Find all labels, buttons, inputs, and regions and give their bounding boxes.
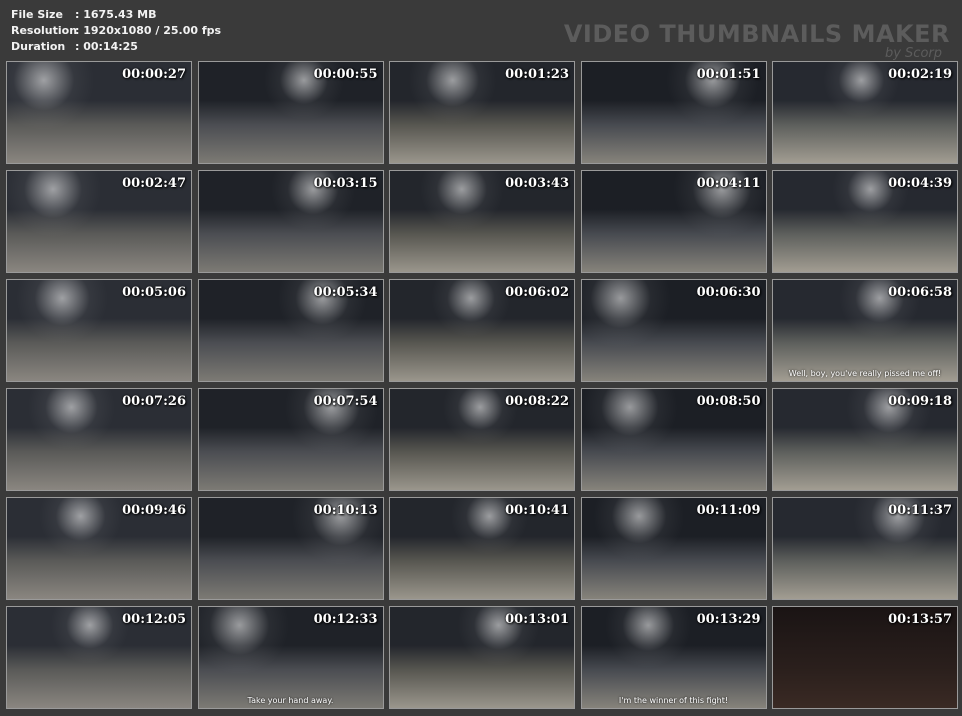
thumbnail-timestamp: 00:06:02 [505,285,569,300]
thumbnail-timestamp: 00:06:30 [696,285,761,300]
thumbnail-timestamp: 00:03:15 [313,176,378,191]
thumbnail[interactable]: 00:13:29 I'm the winner of this fight! [580,606,767,709]
thumbnail-timestamp: 00:01:51 [696,67,761,82]
file-size-row: File Size : 1675.43 MB [11,7,221,23]
thumbnail[interactable]: 00:00:27 [6,61,192,164]
thumbnail-timestamp: 00:09:46 [122,503,186,518]
thumbnail[interactable]: 00:01:23 [389,61,575,164]
duration-label: Duration [11,40,66,53]
thumbnail-timestamp: 00:09:18 [888,394,952,409]
thumbnail[interactable]: 00:10:13 [197,497,384,600]
file-size-value: : 1675.43 MB [75,8,157,21]
thumbnail-grid: 00:00:27 00:00:55 00:01:23 00:01:51 00:02:19… [6,61,958,709]
thumbnail-timestamp: 00:10:41 [505,503,569,518]
thumbnail[interactable]: 00:11:09 [580,497,767,600]
watermark-title: VIDEO THUMBNAILS MAKER [563,20,950,48]
thumbnail[interactable]: 00:13:57 [772,606,958,709]
thumbnail[interactable]: 00:06:30 [580,279,767,382]
thumbnail[interactable]: 00:04:11 [580,170,767,273]
thumbnail-timestamp: 00:05:34 [313,285,378,300]
file-info-panel: File Size : 1675.43 MB Resolution : 1920… [11,7,221,55]
thumbnail[interactable]: 00:05:34 [197,279,384,382]
thumbnail-subtitle: Well, boy, you've really pissed me off! [788,369,942,378]
thumbnail[interactable]: 00:02:47 [6,170,192,273]
thumbnail-timestamp: 00:08:50 [696,394,761,409]
thumbnail[interactable]: 00:08:50 [580,388,767,491]
resolution-row: Resolution : 1920x1080 / 25.00 fps [11,23,221,39]
thumbnail-timestamp: 00:13:29 [696,612,761,627]
thumbnail[interactable]: 00:12:33 Take your hand away. [197,606,384,709]
thumbnail-timestamp: 00:03:43 [505,176,569,191]
file-size-label: File Size [11,8,63,21]
watermark: VIDEO THUMBNAILS MAKER by Scorp [564,20,950,60]
thumbnail-timestamp: 00:08:22 [505,394,569,409]
thumbnail[interactable]: 00:06:58 Well, boy, you've really pissed … [772,279,958,382]
thumbnail[interactable]: 00:10:41 [389,497,575,600]
thumbnail[interactable]: 00:04:39 [772,170,958,273]
thumbnail[interactable]: 00:07:54 [197,388,384,491]
duration-value: : 00:14:25 [75,40,138,53]
thumbnail-timestamp: 00:07:26 [122,394,186,409]
thumbnail-timestamp: 00:04:39 [888,176,952,191]
thumbnail-timestamp: 00:00:55 [313,67,378,82]
duration-row: Duration : 00:14:25 [11,39,221,55]
thumbnail-timestamp: 00:10:13 [313,503,378,518]
watermark-subtitle: by Scorp [884,46,942,61]
thumbnail-timestamp: 00:13:57 [888,612,952,627]
thumbnail-timestamp: 00:11:09 [696,503,761,518]
thumbnail-timestamp: 00:12:33 [313,612,378,627]
thumbnail-timestamp: 00:05:06 [122,285,186,300]
thumbnail-timestamp: 00:02:19 [888,67,952,82]
thumbnail[interactable]: 00:11:37 [772,497,958,600]
thumbnail-timestamp: 00:06:58 [888,285,952,300]
thumbnail[interactable]: 00:12:05 [6,606,192,709]
thumbnail[interactable]: 00:08:22 [389,388,575,491]
thumbnail-subtitle: I'm the winner of this fight! [618,696,729,705]
thumbnail[interactable]: 00:01:51 [580,61,767,164]
thumbnail[interactable]: 00:03:15 [197,170,384,273]
thumbnail-timestamp: 00:01:23 [505,67,569,82]
thumbnail-timestamp: 00:11:37 [888,503,952,518]
thumbnail[interactable]: 00:00:55 [197,61,384,164]
thumbnail-timestamp: 00:04:11 [696,176,761,191]
resolution-value: : 1920x1080 / 25.00 fps [75,24,222,37]
thumbnail[interactable]: 00:02:19 [772,61,958,164]
thumbnail-timestamp: 00:07:54 [313,394,378,409]
thumbnail-subtitle: Take your hand away. [247,696,334,705]
thumbnail[interactable]: 00:06:02 [389,279,575,382]
thumbnail-timestamp: 00:13:01 [505,612,569,627]
thumbnail[interactable]: 00:09:18 [772,388,958,491]
thumbnail-timestamp: 00:00:27 [122,67,186,82]
thumbnail-timestamp: 00:12:05 [122,612,186,627]
thumbnail[interactable]: 00:03:43 [389,170,575,273]
resolution-label: Resolution [11,24,78,37]
thumbnail[interactable]: 00:13:01 [389,606,575,709]
thumbnail[interactable]: 00:09:46 [6,497,192,600]
thumbnail[interactable]: 00:05:06 [6,279,192,382]
thumbnail-timestamp: 00:02:47 [122,176,186,191]
thumbnail[interactable]: 00:07:26 [6,388,192,491]
